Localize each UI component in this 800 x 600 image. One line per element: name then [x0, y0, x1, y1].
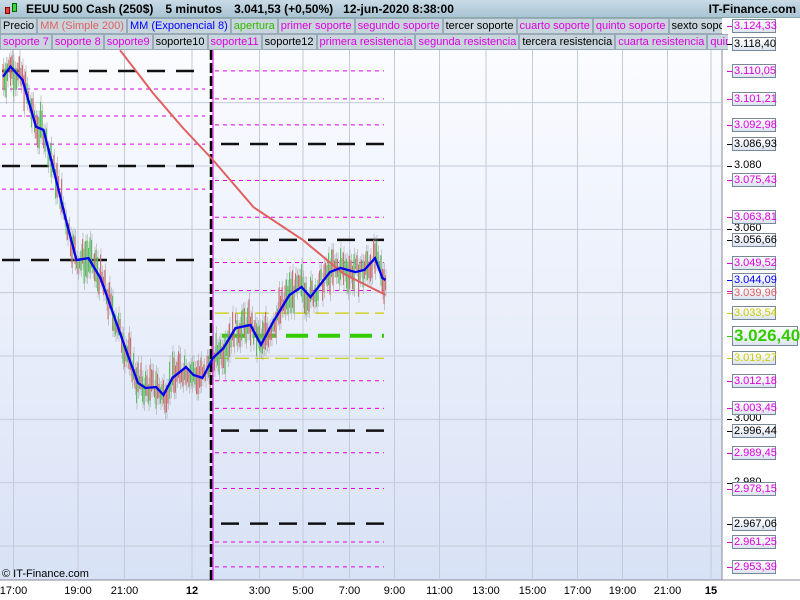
legend-item[interactable]: quinta resistencia	[707, 34, 728, 50]
x-tick-label: 15:00	[518, 585, 547, 597]
x-tick-label: 9:00	[383, 585, 406, 597]
legend-item[interactable]: sexto soporte	[668, 18, 722, 34]
x-tick-label: 13:00	[472, 585, 500, 597]
x-tick-label: 7:00	[338, 585, 361, 597]
legend-item[interactable]: tercer soporte	[442, 18, 517, 34]
x-tick-label: 19:00	[64, 585, 92, 597]
legend-item[interactable]: quinto soporte	[592, 18, 669, 34]
legend-item[interactable]: cuarto soporte	[516, 18, 593, 34]
level-price-label: 2.978,15	[732, 481, 777, 496]
level-price-label: 3.003,45	[732, 401, 777, 416]
site-name: IT-Finance.com	[708, 1, 796, 16]
y-tick-mark	[727, 229, 732, 231]
level-price-label: 3.049,52	[732, 255, 777, 270]
y-tick-mark	[727, 166, 732, 167]
legend-item[interactable]: Precio	[0, 18, 38, 34]
x-tick-label: 21:00	[653, 585, 682, 597]
level-price-label: 2.989,45	[732, 445, 777, 460]
timeframe: 5 minutos	[165, 1, 223, 16]
legend-item[interactable]: soporte 8	[51, 34, 104, 50]
candlestick-logo-icon	[2, 1, 20, 17]
level-price-label: 3.033,54	[732, 306, 777, 321]
x-tick-label: 12	[185, 585, 199, 597]
legend-item[interactable]: soporte12	[261, 34, 317, 50]
level-price-label: 3.026,40	[732, 325, 800, 346]
legend-item[interactable]: MM (Exponencial 8)	[126, 18, 231, 34]
level-price-label: 3.039,96	[732, 285, 777, 300]
level-price-label: 3.110,05	[732, 63, 777, 78]
legend-item[interactable]: segunda resistencia	[415, 34, 520, 50]
level-price-label: 3.012,18	[732, 373, 777, 388]
legend-item[interactable]: primera resistencia	[316, 34, 416, 50]
x-tick-label: 15	[704, 585, 718, 597]
legend-item[interactable]: cuarta resistencia	[615, 34, 708, 50]
level-price-label: 2.996,44	[732, 423, 777, 438]
x-tick-label: 5:00	[292, 585, 314, 597]
legend-item[interactable]: soporte11	[207, 34, 262, 50]
level-price-label: 3.118,40	[732, 37, 777, 52]
x-tick-label: 19:00	[608, 585, 637, 597]
legend-item[interactable]: segundo soporte	[354, 18, 443, 34]
level-price-label: 3.075,43	[732, 173, 777, 188]
datetime: 12-jun-2020 8:38:00	[343, 1, 454, 16]
x-tick-label: 17:00	[563, 585, 592, 597]
copyright: © IT-Finance.com	[2, 568, 89, 580]
x-tick-label: 11:00	[426, 585, 453, 597]
y-tick-mark	[727, 419, 732, 421]
legend-row-2: soporte 7 soporte 8 soporte9 soporte10 sopor…	[0, 34, 728, 50]
legend-item[interactable]: MM (Simple 200)	[37, 18, 127, 34]
price-chart[interactable]	[0, 50, 800, 600]
title-bar: EEUU 500 Cash (250$) 5 minutos 3.041,53 …	[0, 0, 800, 18]
level-price-label: 3.092,98	[732, 117, 777, 132]
level-price-label: 3.086,93	[732, 137, 777, 152]
legend-item[interactable]: primer soporte	[277, 18, 355, 34]
level-price-label: 3.019,27	[732, 351, 777, 366]
level-price-label: 2.961,25	[732, 535, 777, 550]
x-tick-label: 21:00	[110, 585, 139, 597]
legend-item[interactable]: apertura	[230, 18, 278, 34]
last-price: 3.041,53 (+0,50%)	[234, 1, 334, 16]
legend-item[interactable]: soporte9	[103, 34, 153, 50]
legend-item[interactable]: soporte 7	[0, 34, 52, 50]
level-price-label: 2.967,06	[732, 516, 777, 531]
instrument-name: EEUU 500 Cash (250$)	[26, 1, 154, 16]
x-tick-label: 3:00	[248, 585, 271, 597]
y-tick-label: 3.080	[734, 159, 762, 171]
x-tick-label: 17:00	[0, 585, 28, 597]
legend-item[interactable]: tercera resistencia	[519, 34, 616, 50]
legend-item[interactable]: soporte10	[152, 34, 208, 50]
level-price-label: 3.063,81	[732, 210, 777, 225]
level-price-label: 3.101,21	[732, 91, 777, 106]
level-price-label: 3.124,33	[732, 18, 777, 33]
level-price-label: 2.953,39	[732, 559, 777, 574]
level-price-label: 3.044,09	[732, 272, 777, 287]
legend-row-1: Precio MM (Simple 200) MM (Exponencial 8) a…	[0, 18, 722, 34]
level-price-label: 3.056,66	[732, 232, 777, 247]
